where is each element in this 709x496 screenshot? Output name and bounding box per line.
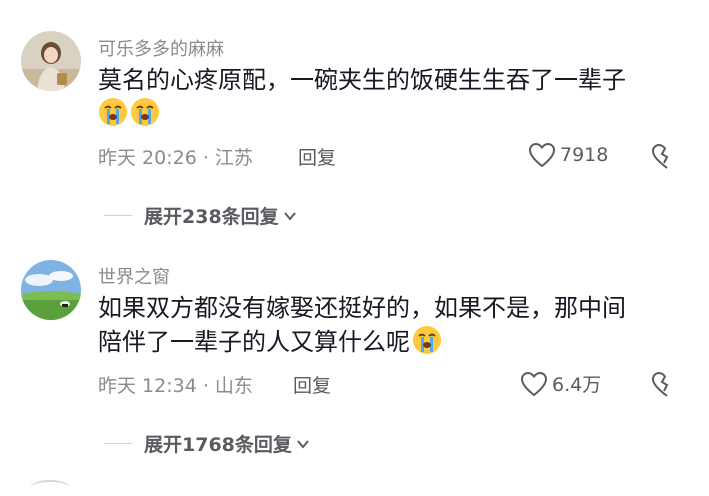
like-button[interactable]: 6.4万 [520,370,601,397]
dislike-button[interactable] [650,142,674,170]
heart-icon [520,371,548,396]
crying-face-emoji [131,98,159,126]
divider [104,443,132,444]
comment-text: 如果双方都没有嫁娶还挺好的，如果不是，那中间 陪伴了一辈子的人又算什么呢 [98,291,698,359]
expand-replies-button[interactable]: 展开238条回复 [104,202,298,229]
avatar[interactable] [21,260,81,320]
comment-line: 陪伴了一辈子的人又算什么呢 [98,328,410,356]
like-count: 6.4万 [552,374,602,396]
comment-text: 莫名的心疼原配，一碗夹生的饭硬生生吞了一辈子 [98,63,698,131]
like-button[interactable]: 7918 [528,142,608,168]
next-avatar-edge [30,480,70,496]
broken-heart-icon [651,371,669,397]
avatar[interactable] [21,31,81,91]
divider [104,215,132,216]
comment-line: 如果双方都没有嫁娶还挺好的，如果不是，那中间 [98,294,626,322]
previous-item-edge [132,0,282,6]
expand-replies-label: 展开238条回复 [144,206,279,228]
dislike-button[interactable] [650,370,674,398]
username[interactable]: 世界之窗 [98,263,170,289]
chevron-down-icon [297,439,309,449]
avatar-photo [21,31,81,91]
comment-meta: 昨天 20:26 · 江苏 [98,147,253,169]
crying-face-emoji [413,326,441,354]
reply-button[interactable]: 回复 [298,143,336,170]
username[interactable]: 可乐多多的麻麻 [98,35,224,61]
comment-meta: 昨天 12:34 · 山东 [98,375,253,397]
like-count: 7918 [560,144,609,166]
comment-line-with-emoji: 陪伴了一辈子的人又算什么呢 [98,325,698,359]
chevron-down-icon [283,211,296,221]
heart-icon [528,142,556,168]
reply-button[interactable]: 回复 [293,371,331,398]
broken-heart-icon [651,143,669,169]
expand-replies-label: 展开1768条回复 [144,434,292,456]
expand-replies-button[interactable]: 展开1768条回复 [104,430,311,457]
comment-line: 莫名的心疼原配，一碗夹生的饭硬生生吞了一辈子 [98,66,626,94]
comment-emoji-line [98,97,698,131]
avatar-photo [21,260,81,320]
crying-face-emoji [99,98,127,126]
